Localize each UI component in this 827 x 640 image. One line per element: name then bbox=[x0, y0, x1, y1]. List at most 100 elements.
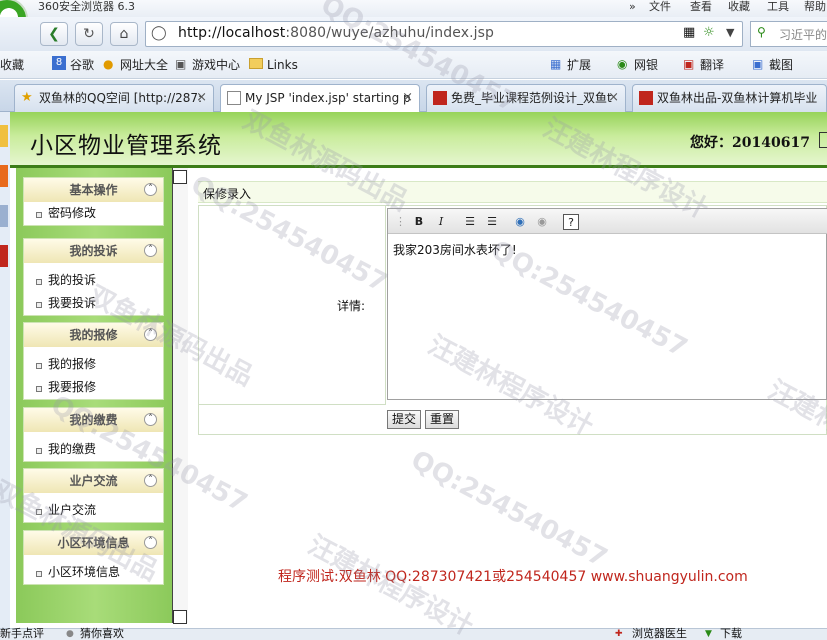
sidebar-rss-icon[interactable] bbox=[0, 165, 8, 187]
submit-button[interactable]: 提交 bbox=[387, 410, 422, 429]
status-download[interactable]: 下载 bbox=[720, 628, 742, 640]
collapse-chevron-icon[interactable]: ˄ bbox=[144, 413, 157, 426]
ordered-list-icon[interactable]: ☰ bbox=[462, 214, 478, 230]
status-bar bbox=[0, 628, 827, 640]
close-tab-icon[interactable]: × bbox=[196, 85, 207, 111]
logout-icon[interactable] bbox=[819, 132, 827, 148]
collapse-chevron-icon[interactable]: ˄ bbox=[144, 474, 157, 487]
collapse-chevron-icon[interactable]: ˄ bbox=[144, 328, 157, 341]
security-shield-icon: ◯ bbox=[151, 25, 167, 41]
toolbar-grip-icon: ⋮ bbox=[395, 215, 406, 228]
user-greeting: 您好：20140617 bbox=[690, 135, 810, 151]
tab-shuangyulin[interactable]: 双鱼林出品-双鱼林计算机毕业 bbox=[632, 84, 827, 112]
back-button[interactable]: ❮ bbox=[40, 22, 68, 46]
button-row bbox=[198, 405, 827, 435]
section-header[interactable]: 业户交流 ˄ bbox=[24, 469, 163, 493]
menu-item-my-payments[interactable]: 我的缴费 bbox=[24, 438, 163, 461]
menu-item-new-repair[interactable]: 我要报修 bbox=[24, 376, 163, 399]
close-tab-icon[interactable]: × bbox=[608, 85, 619, 111]
menu-item-change-password[interactable]: 密码修改 bbox=[24, 202, 163, 225]
browser-sidebar-strip bbox=[0, 112, 10, 628]
menu-divider bbox=[172, 168, 188, 623]
breadcrumb-bar bbox=[198, 181, 827, 203]
tab-free-design[interactable]: 免费_毕业课程范例设计_双鱼t × bbox=[426, 84, 626, 112]
search-engine-icon[interactable]: ⚲ bbox=[757, 25, 766, 39]
menu-tools[interactable]: 工具 bbox=[767, 0, 789, 14]
tool-bank[interactable]: 网银 bbox=[634, 57, 658, 73]
menu-item-community[interactable]: 业户交流 bbox=[24, 499, 163, 522]
red-favicon-icon bbox=[639, 91, 653, 105]
home-button[interactable]: ⌂ bbox=[110, 22, 138, 46]
status-recommend[interactable]: 猜你喜欢 bbox=[80, 628, 124, 640]
sidebar-app-icon[interactable] bbox=[0, 245, 8, 267]
menu-view[interactable]: 查看 bbox=[690, 0, 712, 14]
menu-file[interactable]: 文件 bbox=[649, 0, 671, 14]
bookmark-links[interactable]: Links bbox=[267, 57, 298, 73]
bookmark-games[interactable]: 游戏中心 bbox=[192, 57, 240, 73]
menu-item-my-repairs[interactable]: 我的报修 bbox=[24, 353, 163, 376]
detail-label: 详情: bbox=[337, 299, 366, 313]
address-dropdown-icon[interactable]: ▼ bbox=[726, 26, 734, 39]
italic-button[interactable]: I bbox=[433, 214, 449, 230]
bold-button[interactable]: B bbox=[411, 214, 427, 230]
menu-favorites[interactable]: 收藏 bbox=[728, 0, 750, 14]
tool-screenshot[interactable]: 截图 bbox=[769, 57, 793, 73]
menu-item-environment[interactable]: 小区环境信息 bbox=[24, 561, 163, 584]
folder-icon bbox=[249, 58, 263, 69]
refresh-button[interactable]: ↻ bbox=[75, 22, 103, 46]
menu-more[interactable]: » bbox=[629, 0, 636, 14]
tab-index-jsp[interactable]: My JSP 'index.jsp' starting p × bbox=[220, 84, 420, 113]
ie-mode-icon[interactable]: ☼ bbox=[703, 25, 715, 40]
menu-item-new-complaint[interactable]: 我要投诉 bbox=[24, 292, 163, 315]
menu-help[interactable]: 帮助 bbox=[804, 0, 826, 14]
tab-label: 双鱼林的QQ空间 [http://287: bbox=[39, 91, 203, 105]
breadcrumb: 保修录入 bbox=[203, 187, 252, 201]
close-tab-icon[interactable]: × bbox=[402, 85, 413, 111]
google-icon: 8 bbox=[52, 56, 66, 70]
download-icon: ▼ bbox=[705, 629, 712, 639]
tab-label: 免费_毕业课程范例设计_双鱼t bbox=[451, 91, 612, 105]
section-header[interactable]: 我的缴费 ˄ bbox=[24, 408, 163, 432]
qr-icon[interactable]: ▦ bbox=[683, 25, 695, 40]
search-input[interactable]: 习近平的 bbox=[779, 26, 827, 43]
reset-button[interactable]: 重置 bbox=[425, 410, 460, 429]
sidebar-note-icon[interactable] bbox=[0, 205, 8, 227]
doctor-icon: ✚ bbox=[615, 629, 623, 639]
section-header[interactable]: 基本操作 ˄ bbox=[24, 178, 163, 202]
browser-title: 360安全浏览器 6.3 bbox=[38, 0, 135, 13]
tab-label: My JSP 'index.jsp' starting p bbox=[245, 91, 411, 105]
rich-text-editor[interactable] bbox=[387, 208, 827, 400]
collapse-chevron-icon[interactable]: ˄ bbox=[144, 244, 157, 257]
bookmark-google[interactable]: 谷歌 bbox=[70, 57, 94, 73]
editor-content[interactable]: 我家203房间水表坏了! bbox=[393, 241, 517, 258]
unlink-icon[interactable]: ◉ bbox=[534, 214, 550, 230]
collapse-chevron-icon[interactable]: ˄ bbox=[144, 536, 157, 549]
unordered-list-icon[interactable]: ☰ bbox=[484, 214, 500, 230]
section-header[interactable]: 我的投诉 ˄ bbox=[24, 239, 163, 263]
page-icon bbox=[227, 91, 241, 105]
ie-icon: ● bbox=[103, 57, 114, 71]
bookmark-favorites[interactable]: 收藏 bbox=[0, 57, 24, 73]
star-icon: ★ bbox=[21, 90, 33, 105]
site-title: 小区物业管理系统 bbox=[30, 133, 222, 159]
corner-marker-icon bbox=[173, 610, 187, 624]
red-favicon-icon bbox=[433, 91, 447, 105]
screenshot-icon: ▣ bbox=[752, 57, 764, 71]
menu-item-my-complaints[interactable]: 我的投诉 bbox=[24, 269, 163, 292]
extensions-icon: ▦ bbox=[550, 57, 562, 71]
help-icon[interactable]: ? bbox=[563, 214, 579, 230]
tool-extensions[interactable]: 扩展 bbox=[567, 57, 591, 73]
collapse-chevron-icon[interactable]: ˄ bbox=[144, 183, 157, 196]
menu-section-repairs: 我的报修 ˄ 我的报修 我要报修 bbox=[23, 322, 164, 400]
insert-link-icon[interactable]: ◉ bbox=[512, 214, 528, 230]
bookmark-sites[interactable]: 网址大全 bbox=[120, 57, 168, 73]
status-feedback[interactable]: 新手点评 bbox=[0, 628, 44, 640]
corner-marker-icon bbox=[173, 170, 187, 184]
status-doctor[interactable]: 浏览器医生 bbox=[632, 628, 687, 640]
url-text[interactable]: http://localhost:8080/wuye/azhuhu/index.… bbox=[178, 25, 494, 41]
section-header[interactable]: 小区环境信息 ˄ bbox=[24, 531, 163, 555]
sidebar-favorite-icon[interactable] bbox=[0, 125, 8, 147]
tab-qq-space[interactable]: ★ 双鱼林的QQ空间 [http://287: × bbox=[14, 84, 214, 112]
section-header[interactable]: 我的报修 ˄ bbox=[24, 323, 163, 347]
tool-translate[interactable]: 翻译 bbox=[700, 57, 724, 73]
